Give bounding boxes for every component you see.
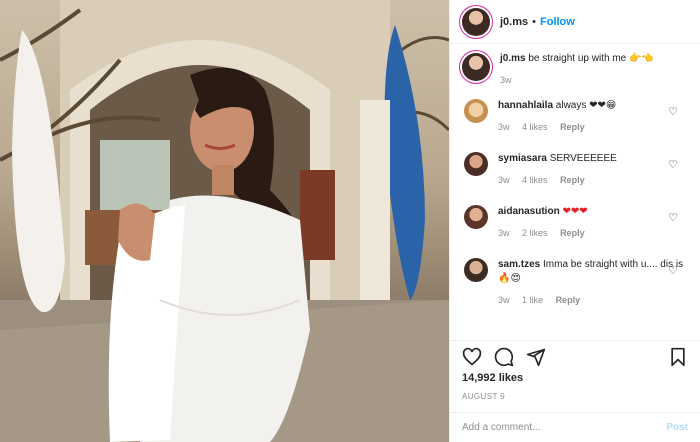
post-date[interactable]: AUGUST 9 (462, 392, 688, 401)
share-icon[interactable] (526, 347, 546, 367)
like-comment-icon[interactable]: ♡ (668, 211, 678, 224)
comment-time[interactable]: 3w (498, 175, 510, 185)
comment-meta: 3w 1 like Reply (498, 295, 688, 305)
comment-avatar[interactable] (464, 99, 488, 123)
post-photo[interactable] (0, 0, 449, 442)
comment-text: hannahlaila always ❤❤😁 (498, 99, 688, 113)
list-item: aidanasution ❤❤❤ 3w 2 likes Reply ♡ (462, 205, 688, 258)
comment-username[interactable]: symiasara (498, 153, 547, 164)
comment-meta: 3w 4 likes Reply (498, 175, 688, 185)
caption-meta: 3w (500, 75, 688, 85)
comment-avatar[interactable] (464, 258, 488, 282)
avatar[interactable] (462, 7, 490, 36)
reply-button[interactable]: Reply (560, 122, 585, 132)
list-item: hannahlaila always ❤❤😁 3w 4 likes Reply … (462, 99, 688, 152)
reply-button[interactable]: Reply (560, 175, 585, 185)
reply-button[interactable]: Reply (560, 228, 585, 238)
post-side-panel: j0.ms • Follow j0.ms be straight up with… (449, 0, 700, 442)
comment-likes[interactable]: 4 likes (522, 122, 548, 132)
comment-likes[interactable]: 1 like (522, 295, 543, 305)
comment-avatar[interactable] (464, 152, 488, 176)
comment-icon[interactable] (494, 347, 514, 367)
list-item: sam.tzes Imma be straight with u.... dis… (462, 258, 688, 311)
follow-button[interactable]: Follow (540, 16, 575, 28)
photo-illustration (0, 0, 449, 442)
caption-avatar[interactable] (462, 53, 490, 81)
header-username[interactable]: j0.ms (500, 16, 528, 28)
comment-body: SERVEEEEEE (549, 153, 617, 164)
post-actions: 14,992 likes AUGUST 9 (450, 340, 700, 401)
bookmark-icon[interactable] (668, 347, 688, 367)
header-separator: • (532, 15, 536, 28)
comment-body: ❤❤❤ (562, 206, 588, 217)
comment-likes[interactable]: 4 likes (522, 175, 548, 185)
caption-time[interactable]: 3w (500, 75, 512, 85)
comment-meta: 3w 4 likes Reply (498, 122, 688, 132)
comment-text: aidanasution ❤❤❤ (498, 205, 688, 219)
comment-username[interactable]: hannahlaila (498, 100, 553, 111)
caption: j0.ms be straight up with me 👉👈 3w (462, 52, 688, 85)
like-comment-icon[interactable]: ♡ (668, 158, 678, 171)
comment-text: sam.tzes Imma be straight with u.... dis… (498, 258, 688, 286)
reply-button[interactable]: Reply (556, 295, 581, 305)
post-container: j0.ms • Follow j0.ms be straight up with… (0, 0, 700, 442)
caption-body: be straight up with me 👉👈 (528, 53, 654, 64)
like-comment-icon[interactable]: ♡ (668, 264, 678, 277)
caption-text: j0.ms be straight up with me 👉👈 (500, 52, 688, 66)
comment-text: symiasara SERVEEEEEE (498, 152, 688, 166)
comment-username[interactable]: aidanasution (498, 206, 560, 217)
post-header: j0.ms • Follow (450, 0, 700, 44)
post-button[interactable]: Post (666, 422, 688, 433)
comment-time[interactable]: 3w (498, 228, 510, 238)
comment-avatar[interactable] (464, 205, 488, 229)
list-item: symiasara SERVEEEEEE 3w 4 likes Reply ♡ (462, 152, 688, 205)
comment-input[interactable] (462, 422, 667, 433)
comment-likes[interactable]: 2 likes (522, 228, 548, 238)
comment-username[interactable]: sam.tzes (498, 259, 540, 270)
comments-list: j0.ms be straight up with me 👉👈 3w hanna… (450, 52, 700, 311)
comment-time[interactable]: 3w (498, 295, 510, 305)
likes-count[interactable]: 14,992 likes (462, 372, 688, 384)
comment-meta: 3w 2 likes Reply (498, 228, 688, 238)
like-comment-icon[interactable]: ♡ (668, 105, 678, 118)
add-comment-bar: Post (450, 412, 700, 442)
heart-icon[interactable] (462, 347, 482, 367)
caption-username[interactable]: j0.ms (500, 53, 526, 64)
comment-time[interactable]: 3w (498, 122, 510, 132)
comment-body: always ❤❤😁 (555, 100, 617, 111)
action-icons (462, 344, 688, 370)
